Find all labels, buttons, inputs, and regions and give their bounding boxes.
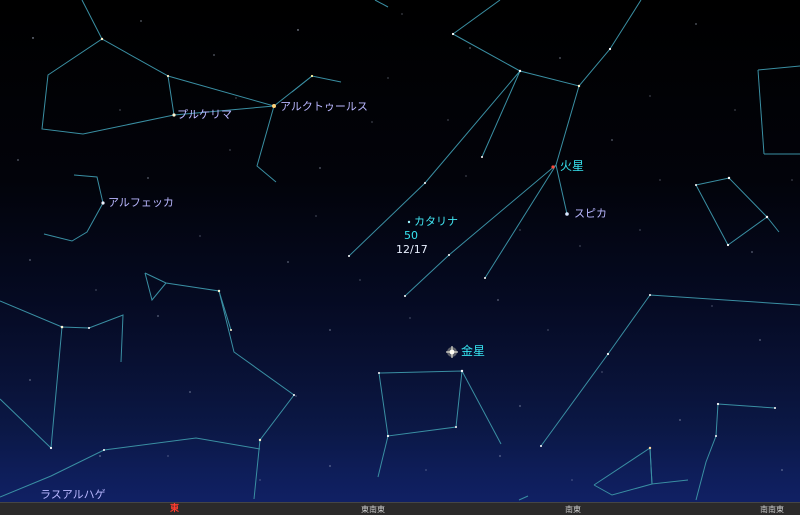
comet-catalina-number: 50 (404, 229, 418, 242)
arcturus-label: アルクトゥールス (280, 100, 368, 113)
mars-planet (551, 165, 555, 169)
alphecca-label: アルフェッカ (108, 196, 174, 209)
alphecca-star (101, 201, 105, 205)
comet-catalina-label: カタリナ (414, 215, 458, 228)
venus-label: 金星 (461, 344, 486, 358)
direction-south-southeast: 南南東 (760, 505, 784, 514)
direction-east-southeast: 東南東 (361, 505, 385, 514)
planets (446, 165, 555, 358)
arcturus-star (272, 104, 276, 108)
rasalhague-label: ラスアルハゲ (40, 488, 106, 501)
rasalhague-star (60, 325, 64, 329)
star-map (0, 0, 800, 501)
horizon-bar: 東 東南東 南東 南南東 (0, 502, 800, 515)
direction-east: 東 (170, 504, 180, 514)
sky-chart[interactable]: プルケリマ アルクトゥールス アルフェッカ カタリナ 50 12/17 火星 ス… (0, 0, 800, 515)
venus-planet (446, 346, 458, 358)
comet-marker (407, 220, 411, 224)
spica-star (565, 212, 569, 216)
pulcherrima-label: プルケリマ (177, 108, 232, 121)
mars-label: 火星 (560, 159, 585, 173)
spica-label: スピカ (574, 207, 607, 220)
comet-catalina (407, 220, 411, 224)
comet-catalina-date: 12/17 (396, 243, 428, 256)
direction-southeast: 南東 (565, 505, 581, 514)
pulcherrima-star (172, 113, 176, 117)
